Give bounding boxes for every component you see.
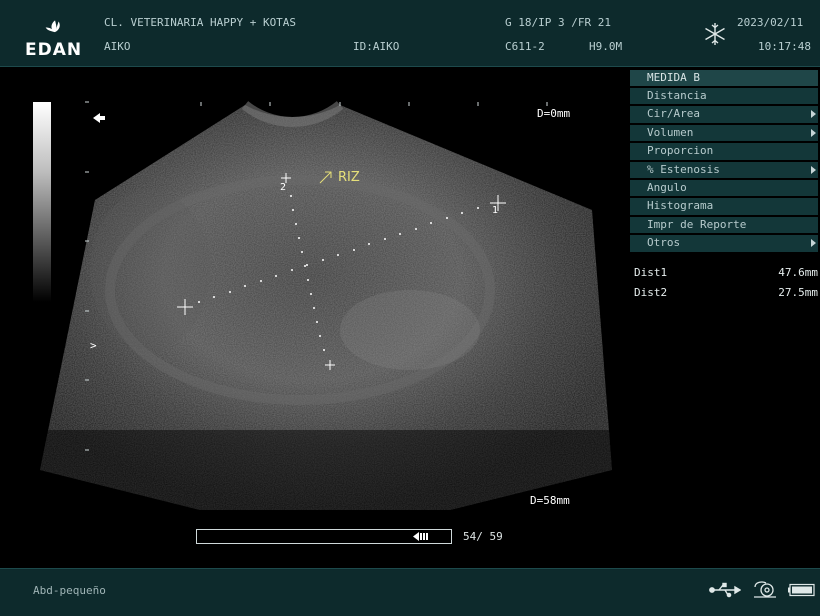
imaging-params: G 18/IP 3 /FR 21 [505, 16, 611, 29]
brand-name: EDAN [25, 40, 83, 60]
menu-item-estenosis[interactable]: % Estenosis [630, 161, 818, 178]
depth-top-label: D=0mm [537, 107, 571, 120]
menu-item-histograma[interactable]: Histograma [630, 198, 818, 215]
submenu-arrow-icon [811, 165, 816, 174]
result-label: Dist2 [634, 286, 668, 299]
probe-model: C611-2 [505, 40, 545, 53]
submenu-arrow-icon [811, 128, 816, 137]
measurement-menu: MEDIDA B Distancia Cir/Area Volumen Prop… [630, 70, 818, 254]
ultrasound-image [33, 101, 612, 510]
cine-position-icon[interactable] [413, 531, 429, 542]
caliper-1-label: 1 [492, 205, 499, 216]
submenu-arrow-icon [811, 110, 816, 119]
menu-item-volumen[interactable]: Volumen [630, 124, 818, 142]
ultrasound-image-area[interactable]: D=0mm D=58mm RIZ 1 2 > [0, 68, 626, 568]
caliper-2-label: 2 [280, 182, 287, 193]
battery-icon [788, 583, 815, 597]
probe-frequency: H9.0M [589, 40, 623, 53]
submenu-arrow-icon [811, 239, 816, 248]
focus-marker: > [90, 339, 97, 352]
depth-bottom-label: D=58mm [530, 494, 570, 507]
snowflake-icon[interactable] [703, 22, 727, 46]
patient-id: ID:AIKO [353, 40, 400, 53]
menu-item-cir-area[interactable]: Cir/Area [630, 106, 818, 123]
clinic-name: CL. VETERINARIA HAPPY + KOTAS [104, 16, 297, 29]
exam-date: 2023/02/11 [737, 16, 804, 29]
exam-time: 10:17:48 [758, 40, 811, 53]
annotation-label: RIZ [338, 170, 360, 185]
menu-item-otros[interactable]: Otros [630, 235, 818, 252]
result-label: Dist1 [634, 266, 668, 279]
menu-title: MEDIDA B [630, 70, 818, 86]
menu-item-impr-reporte[interactable]: Impr de Reporte [630, 216, 818, 234]
result-row: Dist1 47.6mm [634, 266, 818, 279]
patient-name: AIKO [104, 40, 131, 53]
menu-item-distancia[interactable]: Distancia [630, 88, 818, 105]
menu-item-proporcion[interactable]: Proporcion [630, 143, 818, 160]
exam-preset: Abd-pequeño [33, 584, 106, 597]
orientation-arrow-icon [93, 113, 105, 123]
usb-icon [709, 582, 741, 598]
cine-frame-counter: 54/ 59 [463, 530, 503, 543]
result-row: Dist2 27.5mm [634, 286, 818, 299]
status-bar [0, 568, 820, 616]
cine-progress-bar[interactable] [196, 529, 452, 544]
printer-icon [754, 581, 776, 598]
menu-item-angulo[interactable]: Angulo [630, 179, 818, 197]
result-value: 27.5mm [778, 286, 818, 299]
header-bar: EDAN CL. VETERINARIA HAPPY + KOTAS AIKO … [0, 0, 820, 67]
grayscale-bar [33, 102, 51, 302]
result-value: 47.6mm [778, 266, 818, 279]
